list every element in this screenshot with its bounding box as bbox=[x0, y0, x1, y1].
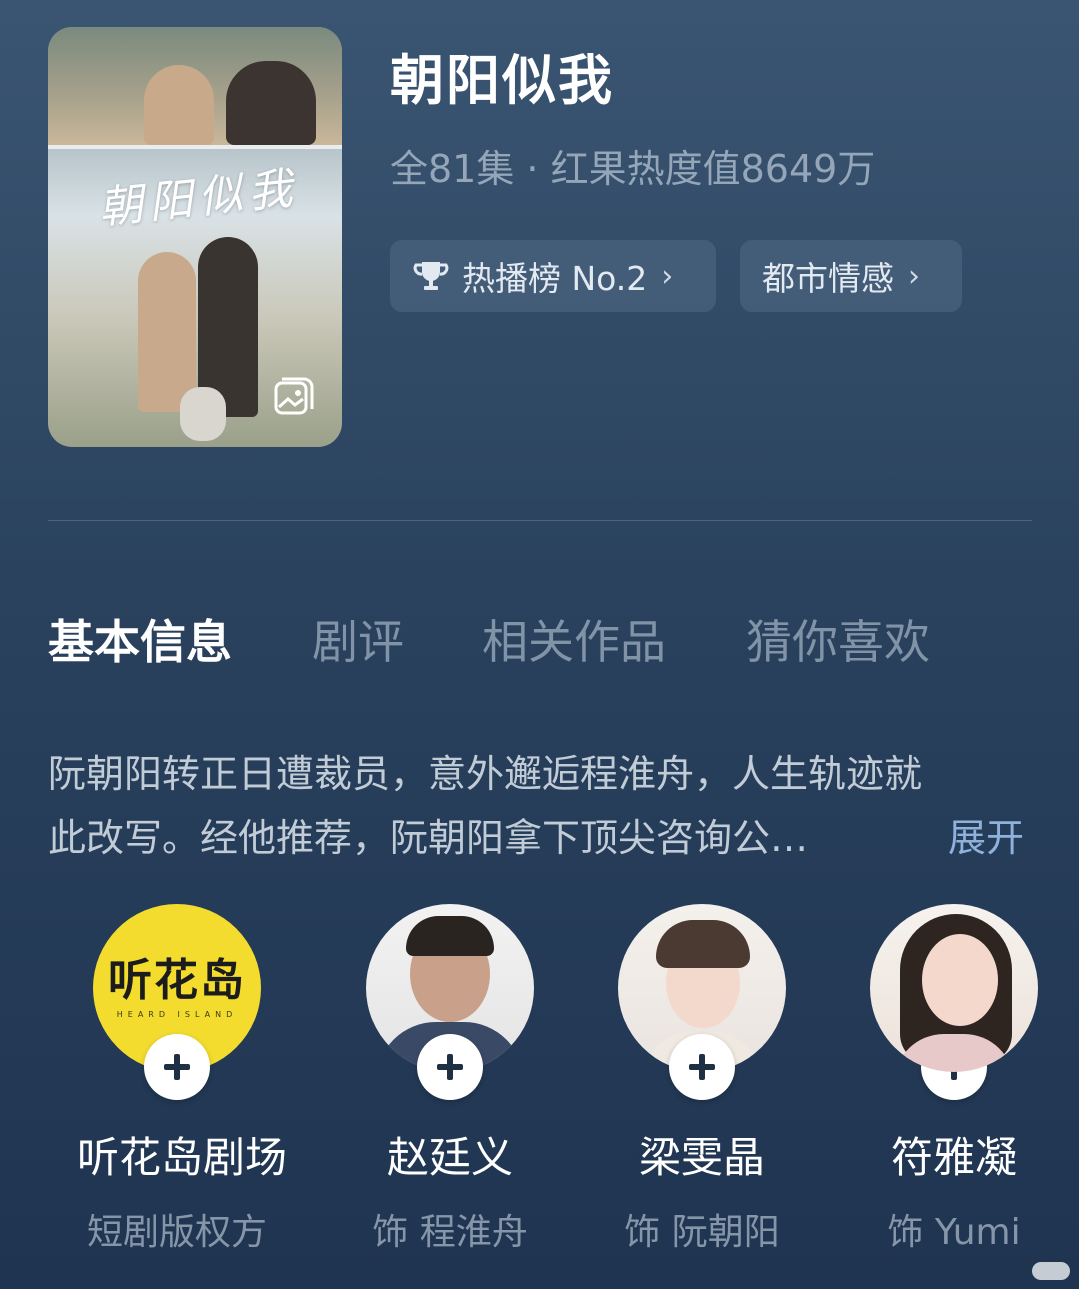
tab-related-works[interactable]: 相关作品 bbox=[482, 606, 666, 672]
avatar-face-front bbox=[922, 934, 998, 1026]
follow-button[interactable] bbox=[669, 1034, 735, 1100]
person-name: 赵廷义 bbox=[386, 1133, 513, 1182]
rank-chip[interactable]: 热播榜 No.2 › bbox=[390, 240, 716, 312]
section-divider bbox=[48, 520, 1032, 521]
poster-figure-woman bbox=[138, 252, 196, 412]
chevron-right-icon: › bbox=[661, 258, 674, 294]
chevron-right-icon: › bbox=[908, 258, 920, 294]
plus-icon bbox=[689, 1054, 715, 1080]
plus-icon bbox=[164, 1054, 190, 1080]
person-card-actress[interactable]: 梁雯晶 饰 阮朝阳 bbox=[602, 904, 802, 1255]
person-card-producer[interactable]: 听花岛 HEARD ISLAND 听花岛剧场 短剧版权方 bbox=[77, 904, 288, 1255]
person-card-actress[interactable]: 符雅凝 饰 Yumi bbox=[854, 904, 1054, 1255]
poster-divider bbox=[48, 145, 342, 149]
watermark-badge bbox=[1032, 1262, 1070, 1280]
person-name: 梁雯晶 bbox=[638, 1133, 765, 1182]
poster-dog bbox=[180, 387, 226, 441]
synopsis-line-1: 阮朝阳转正日遭裁员，意外邂逅程淮舟，人生轨迹就 bbox=[48, 752, 923, 796]
genre-chip[interactable]: 都市情感 › bbox=[740, 240, 962, 312]
follow-button[interactable] bbox=[144, 1034, 210, 1100]
avatar[interactable] bbox=[870, 904, 1038, 1072]
trophy-icon bbox=[413, 262, 449, 290]
genre-chip-label: 都市情感 bbox=[762, 259, 894, 298]
show-meta: 全81集 · 红果热度值8649万 bbox=[390, 147, 876, 191]
tab-basic-info[interactable]: 基本信息 bbox=[48, 606, 232, 672]
tab-reviews[interactable]: 剧评 bbox=[312, 606, 404, 672]
follow-button[interactable] bbox=[417, 1034, 483, 1100]
poster-calligraphy-title: 朝阳似我 bbox=[96, 162, 301, 235]
plus-icon bbox=[437, 1054, 463, 1080]
producer-logo-text: 听花岛 bbox=[108, 954, 246, 1006]
rank-chip-label: 热播榜 No.2 bbox=[462, 259, 648, 298]
person-name: 听花岛剧场 bbox=[77, 1133, 288, 1182]
person-card-actor[interactable]: 赵廷义 饰 程淮舟 bbox=[350, 904, 550, 1255]
expand-link[interactable]: 展开 bbox=[948, 806, 1024, 870]
show-title: 朝阳似我 bbox=[390, 49, 614, 112]
person-role: 饰 Yumi bbox=[887, 1212, 1021, 1253]
synopsis: 阮朝阳转正日遭裁员，意外邂逅程淮舟，人生轨迹就 此改写。经他推荐，阮朝阳拿下顶尖… bbox=[48, 742, 1032, 870]
avatar-hair bbox=[406, 916, 494, 956]
person-name: 符雅凝 bbox=[890, 1133, 1017, 1182]
person-role: 饰 程淮舟 bbox=[372, 1212, 528, 1253]
producer-logo-subtext: HEARD ISLAND bbox=[116, 1009, 238, 1019]
avatar-hair bbox=[656, 920, 750, 968]
person-role: 短剧版权方 bbox=[86, 1212, 267, 1253]
poster-figure-woman-top bbox=[144, 65, 214, 145]
person-role: 饰 阮朝阳 bbox=[624, 1212, 780, 1253]
tab-recommendations[interactable]: 猜你喜欢 bbox=[746, 606, 930, 672]
poster-image[interactable]: 朝阳似我 bbox=[48, 27, 342, 447]
synopsis-line-2: 此改写。经他推荐，阮朝阳拿下顶尖咨询公… bbox=[48, 816, 809, 860]
poster-figure-man-top bbox=[226, 61, 316, 145]
gallery-icon[interactable] bbox=[270, 371, 318, 419]
